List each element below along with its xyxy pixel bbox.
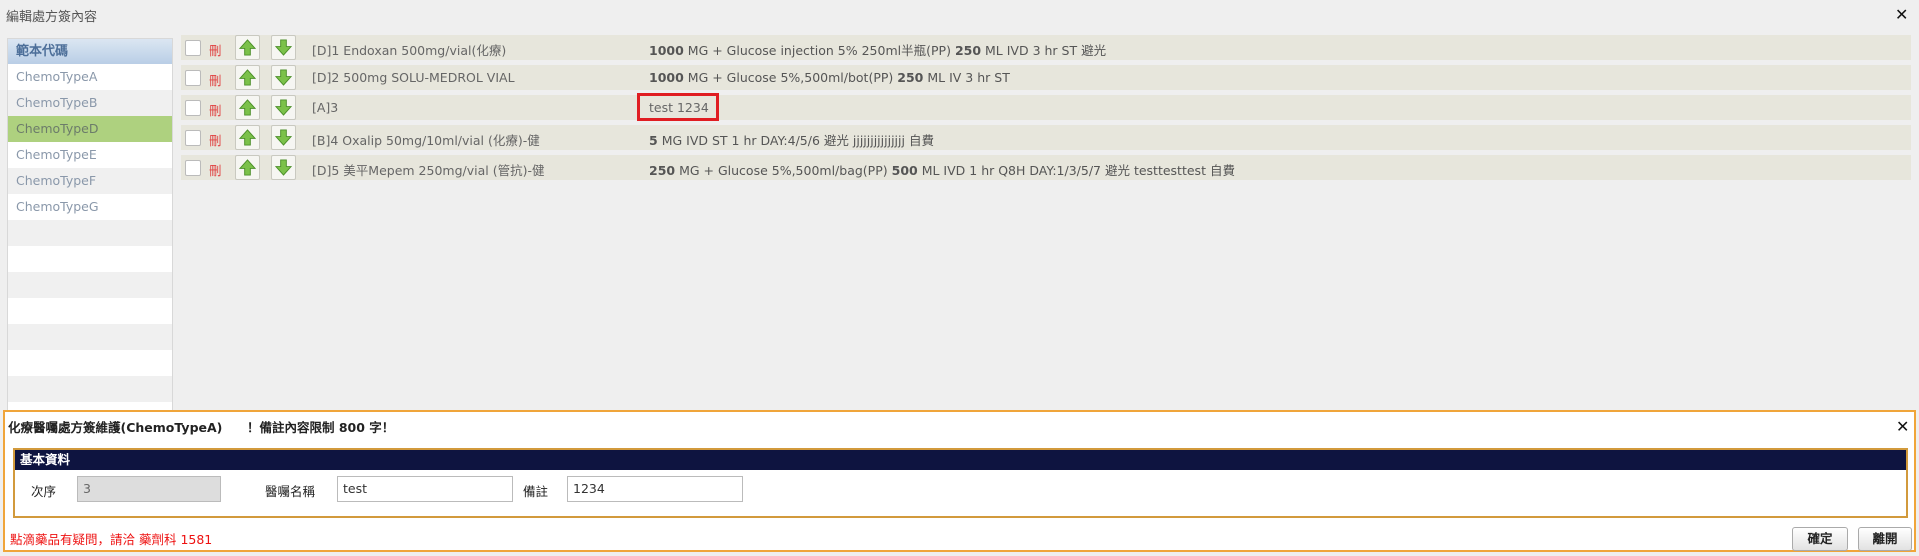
seq-field: 3 bbox=[77, 476, 221, 502]
empty-row bbox=[8, 246, 172, 272]
move-up-button[interactable] bbox=[235, 35, 260, 60]
empty-row bbox=[8, 376, 172, 402]
order-checkbox[interactable] bbox=[185, 70, 201, 86]
remark-input[interactable]: 1234 bbox=[567, 476, 743, 502]
template-item-chemotypef[interactable]: ChemoTypeF bbox=[8, 168, 172, 194]
order-row: 刪 [B]4 Oxalip 50mg/10ml/vial (化療)-健 5 MG… bbox=[181, 125, 1911, 150]
move-down-button[interactable] bbox=[271, 35, 296, 60]
arrow-down-icon bbox=[275, 99, 292, 116]
limit-note: ！備註內容限制 800 字！ bbox=[247, 420, 395, 435]
order-list: 刪 [D]1 Endoxan 500mg/vial(化療) 1000 MG + … bbox=[181, 35, 1911, 185]
order-row: 刪 [D]2 500mg SOLU-MEDROL VIAL 1000 MG + … bbox=[181, 65, 1911, 90]
delete-link[interactable]: 刪 bbox=[209, 40, 222, 59]
note-text: test 1234 bbox=[649, 100, 709, 115]
move-down-button[interactable] bbox=[271, 65, 296, 90]
order-row: 刪 [D]1 Endoxan 500mg/vial(化療) 1000 MG + … bbox=[181, 35, 1911, 60]
order-editor-dialog: 化療醫囑處方簽維護(ChemoTypeA) ！備註內容限制 800 字！ ✕ 基… bbox=[3, 410, 1916, 552]
empty-row bbox=[8, 220, 172, 246]
drug-name: [D]5 美平Mepem 250mg/vial (管抗)-健 bbox=[312, 163, 545, 178]
window-close-icon[interactable]: ✕ bbox=[1895, 7, 1908, 23]
move-down-button[interactable] bbox=[271, 125, 296, 150]
basic-info-section: 基本資料 次序 3 醫囑名稱 test 備註 1234 bbox=[13, 448, 1908, 518]
dose-text: 1000 MG + Glucose 5%,500ml/bot(PP) 250 M… bbox=[649, 70, 1010, 85]
template-item-chemotypeb[interactable]: ChemoTypeB bbox=[8, 90, 172, 116]
move-down-button[interactable] bbox=[271, 155, 296, 180]
order-checkbox[interactable] bbox=[185, 160, 201, 176]
editor-title: 化療醫囑處方簽維護(ChemoTypeA) bbox=[8, 420, 223, 435]
move-up-button[interactable] bbox=[235, 125, 260, 150]
template-item-chemotypeg[interactable]: ChemoTypeG bbox=[8, 194, 172, 220]
arrow-down-icon bbox=[275, 129, 292, 146]
delete-link[interactable]: 刪 bbox=[209, 130, 222, 149]
arrow-up-icon bbox=[239, 129, 256, 146]
order-row: 刪 [D]5 美平Mepem 250mg/vial (管抗)-健 250 MG … bbox=[181, 155, 1911, 180]
section-title: 基本資料 bbox=[15, 450, 1906, 470]
drug-name: [D]2 500mg SOLU-MEDROL VIAL bbox=[312, 70, 515, 85]
empty-row bbox=[8, 298, 172, 324]
arrow-down-icon bbox=[275, 159, 292, 176]
seq-label: 次序 bbox=[31, 484, 57, 499]
delete-link[interactable]: 刪 bbox=[209, 70, 222, 89]
delete-link[interactable]: 刪 bbox=[209, 160, 222, 179]
window-titlebar: 編輯處方簽內容 ✕ bbox=[0, 0, 1919, 28]
arrow-up-icon bbox=[239, 39, 256, 56]
template-item-chemotypee[interactable]: ChemoTypeE bbox=[8, 142, 172, 168]
remark-label: 備註 bbox=[523, 484, 549, 499]
template-item-chemotypea[interactable]: ChemoTypeA bbox=[8, 64, 172, 90]
template-list: 範本代碼 ChemoTypeA ChemoTypeB ChemoTypeD Ch… bbox=[7, 38, 173, 412]
order-checkbox[interactable] bbox=[185, 40, 201, 56]
dose-text: 5 MG IVD ST 1 hr DAY:4/5/6 避光 jjjjjjjjjj… bbox=[649, 133, 934, 148]
template-item-chemotyped[interactable]: ChemoTypeD bbox=[8, 116, 172, 142]
contact-message: 點滴藥品有疑問，請洽 藥劑科 1581 bbox=[10, 532, 213, 547]
move-up-button[interactable] bbox=[235, 65, 260, 90]
empty-row bbox=[8, 350, 172, 376]
order-row: 刪 [A]3 test 1234 bbox=[181, 93, 1911, 121]
template-list-header: 範本代碼 bbox=[8, 39, 172, 64]
drug-name: [A]3 bbox=[312, 100, 339, 115]
arrow-up-icon bbox=[239, 69, 256, 86]
drug-name: [B]4 Oxalip 50mg/10ml/vial (化療)-健 bbox=[312, 133, 540, 148]
empty-row bbox=[8, 324, 172, 350]
order-checkbox[interactable] bbox=[185, 100, 201, 116]
highlighted-note: test 1234 bbox=[637, 93, 719, 121]
delete-link[interactable]: 刪 bbox=[209, 100, 222, 119]
editor-close-icon[interactable]: ✕ bbox=[1896, 419, 1909, 435]
arrow-down-icon bbox=[275, 39, 292, 56]
empty-row bbox=[8, 272, 172, 298]
order-checkbox[interactable] bbox=[185, 130, 201, 146]
move-down-button[interactable] bbox=[271, 95, 296, 120]
window-title: 編輯處方簽內容 bbox=[6, 10, 98, 25]
arrow-up-icon bbox=[239, 159, 256, 176]
arrow-up-icon bbox=[239, 99, 256, 116]
move-up-button[interactable] bbox=[235, 155, 260, 180]
leave-button[interactable]: 離開 bbox=[1858, 527, 1912, 551]
dose-text: 250 MG + Glucose 5%,500ml/bag(PP) 500 ML… bbox=[649, 163, 1235, 178]
arrow-down-icon bbox=[275, 69, 292, 86]
confirm-button[interactable]: 確定 bbox=[1792, 527, 1848, 551]
move-up-button[interactable] bbox=[235, 95, 260, 120]
dose-text: 1000 MG + Glucose injection 5% 250ml半瓶(P… bbox=[649, 43, 1107, 58]
name-label: 醫囑名稱 bbox=[265, 484, 316, 499]
drug-name: [D]1 Endoxan 500mg/vial(化療) bbox=[312, 43, 507, 58]
order-name-input[interactable]: test bbox=[337, 476, 513, 502]
